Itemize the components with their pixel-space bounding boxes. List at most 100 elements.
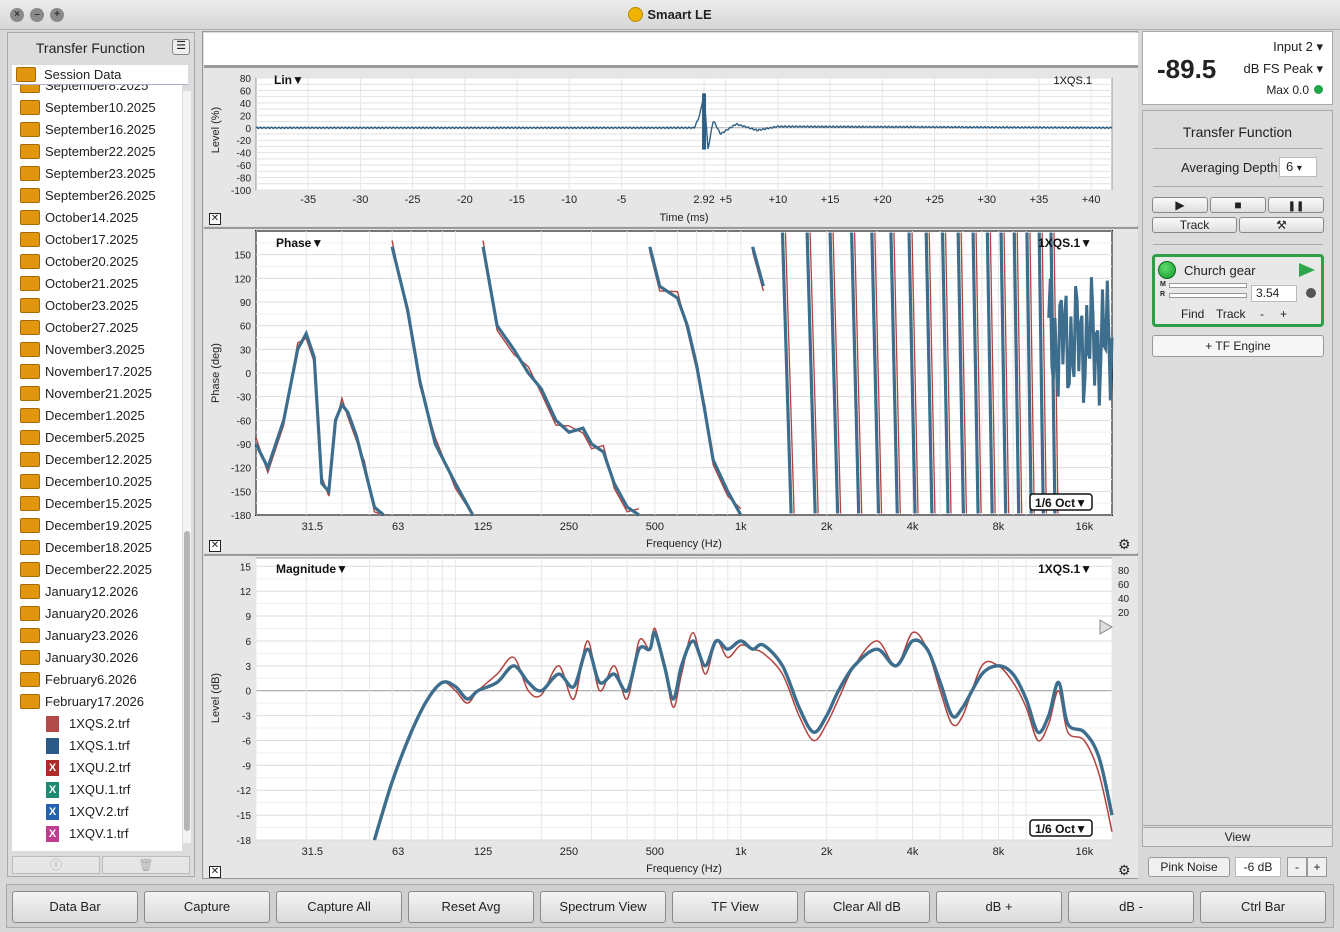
view-button[interactable]: View [1142, 827, 1333, 847]
y-tick-label: -30 [237, 393, 252, 404]
x-tick-label: -5 [616, 194, 626, 206]
delay-plus-button[interactable]: + [1280, 307, 1287, 321]
folder-icon [20, 122, 40, 137]
pink-noise-level[interactable]: -6 dB [1235, 857, 1281, 877]
track-delay-button[interactable]: Track [1216, 307, 1246, 321]
phase-plot[interactable]: 150 120 90 60 30 0 -30 -60 -90 -120 -150 -180 31.5 63… [204, 229, 1138, 555]
phase-mode-label: Phase▼ [276, 236, 323, 250]
folder-item[interactable]: November17.2025 [12, 361, 182, 383]
folder-item[interactable]: February17.2026 [12, 691, 182, 713]
file-item[interactable]: 1XQS.2.trf [12, 713, 182, 735]
folder-label: January20.2026 [45, 606, 139, 621]
capture-button[interactable]: Capture [144, 891, 270, 923]
track-button[interactable]: Track [1152, 217, 1237, 233]
folder-item[interactable]: December22.2025 [12, 559, 182, 581]
level-minus-button[interactable]: - [1287, 857, 1307, 877]
folder-item[interactable]: September26.2025 [12, 185, 182, 207]
folder-label: November3.2025 [45, 342, 145, 357]
close-plot-icon[interactable]: ✕ [209, 540, 221, 552]
scrollbar-thumb[interactable] [184, 531, 190, 831]
session-data-row[interactable]: Session Data [12, 65, 188, 85]
ctrl-bar-button[interactable]: Ctrl Bar [1200, 891, 1326, 923]
folder-item[interactable]: September10.2025 [12, 97, 182, 119]
play-button[interactable]: ▶ [1152, 197, 1208, 213]
close-plot-icon[interactable]: ✕ [209, 866, 221, 878]
gear-icon[interactable]: ⚙ [1118, 536, 1131, 553]
pause-button[interactable]: ❚❚ [1268, 197, 1324, 213]
folder-item[interactable]: December12.2025 [12, 449, 182, 471]
file-item[interactable]: X 1XQU.2.trf [12, 757, 182, 779]
impulse-plot[interactable]: -35 -30 -25 -20 -15 -10 -5 2.92 +5 +10 +15 +20 +25 +3… [204, 68, 1138, 228]
folder-item[interactable]: November21.2025 [12, 383, 182, 405]
add-tf-engine-button[interactable]: + TF Engine [1152, 335, 1324, 357]
db-button[interactable]: dB + [936, 891, 1062, 923]
file-item[interactable]: X 1XQV.2.trf [12, 801, 182, 823]
folder-item[interactable]: January23.2026 [12, 625, 182, 647]
folder-item[interactable]: September23.2025 [12, 163, 182, 185]
folder-label: December18.2025 [45, 540, 152, 555]
folder-item[interactable]: October20.2025 [12, 251, 182, 273]
folder-item[interactable]: November3.2025 [12, 339, 182, 361]
folder-item[interactable]: September22.2025 [12, 141, 182, 163]
gear-icon[interactable]: ⚙ [1118, 862, 1131, 879]
pink-noise-button[interactable]: Pink Noise [1148, 857, 1230, 877]
engine-name[interactable]: Church gear [1184, 263, 1256, 278]
folder-item[interactable]: December19.2025 [12, 515, 182, 537]
y-tick-label: -120 [231, 464, 251, 475]
x-tick-label: 31.5 [302, 846, 323, 858]
capture-all-button[interactable]: Capture All [276, 891, 402, 923]
folder-item[interactable]: February6.2026 [12, 669, 182, 691]
folder-item[interactable]: October17.2025 [12, 229, 182, 251]
delay-minus-button[interactable]: - [1260, 307, 1264, 321]
input-selector[interactable]: Input 2 ▾ [1267, 39, 1323, 55]
level-plus-button[interactable]: + [1307, 857, 1327, 877]
averaging-depth-select[interactable]: 6 ▾ [1279, 157, 1317, 177]
find-delay-button[interactable]: Find [1181, 307, 1204, 321]
stop-button[interactable]: ■ [1210, 197, 1266, 213]
folder-item[interactable]: September8.2025 [12, 85, 182, 97]
file-tree-scrollbar[interactable] [183, 91, 191, 843]
folder-item[interactable]: October23.2025 [12, 295, 182, 317]
tf-engine-card: Church gear M R 3.54 Find Track - + [1152, 254, 1324, 327]
tf-view-button[interactable]: TF View [672, 891, 798, 923]
folder-item[interactable]: December10.2025 [12, 471, 182, 493]
record-icon[interactable] [1306, 288, 1316, 298]
folder-label: September10.2025 [45, 100, 156, 115]
folder-item[interactable]: October27.2025 [12, 317, 182, 339]
magnitude-plot[interactable]: 15129630-3-6-9-12-15-188060402031.5 63 125… [204, 556, 1138, 880]
file-icon [46, 738, 59, 754]
folder-item[interactable]: September16.2025 [12, 119, 182, 141]
folder-item[interactable]: December18.2025 [12, 537, 182, 559]
folder-item[interactable]: January30.2026 [12, 647, 182, 669]
close-plot-icon[interactable]: ✕ [209, 213, 221, 225]
unit-selector[interactable]: dB FS Peak ▾ [1238, 61, 1323, 77]
folder-item[interactable]: December1.2025 [12, 405, 182, 427]
delay-value-field[interactable]: 3.54 [1251, 285, 1297, 302]
folder-item[interactable]: December5.2025 [12, 427, 182, 449]
tools-button[interactable]: ⚒ [1239, 217, 1324, 233]
file-label: 1XQU.2.trf [69, 760, 131, 775]
file-item[interactable]: X 1XQV.1.trf [12, 823, 182, 845]
folder-item[interactable]: January20.2026 [12, 603, 182, 625]
engine-power-icon[interactable] [1158, 261, 1176, 279]
list-menu-button[interactable]: ☰ [172, 39, 190, 55]
db-button[interactable]: dB - [1068, 891, 1194, 923]
x-tick-label: -30 [352, 194, 368, 206]
spectrum-view-button[interactable]: Spectrum View [540, 891, 666, 923]
data-bar-button[interactable]: Data Bar [12, 891, 138, 923]
file-item[interactable]: X 1XQU.1.trf [12, 779, 182, 801]
folder-item[interactable]: October14.2025 [12, 207, 182, 229]
folder-item[interactable]: October21.2025 [12, 273, 182, 295]
x-tick-label: 2k [821, 846, 833, 858]
file-item[interactable]: 1XQS.1.trf [12, 735, 182, 757]
folder-label: January12.2026 [45, 584, 139, 599]
folder-item[interactable]: December15.2025 [12, 493, 182, 515]
file-label: 1XQU.1.trf [69, 782, 131, 797]
folder-item[interactable]: January12.2026 [12, 581, 182, 603]
clear-all-db-button[interactable]: Clear All dB [804, 891, 930, 923]
engine-run-icon[interactable] [1299, 263, 1315, 277]
x-tick-label: 500 [646, 846, 664, 858]
delete-button[interactable]: 🗑 [102, 856, 190, 874]
info-button[interactable]: ⓘ [12, 856, 100, 874]
reset-avg-button[interactable]: Reset Avg [408, 891, 534, 923]
